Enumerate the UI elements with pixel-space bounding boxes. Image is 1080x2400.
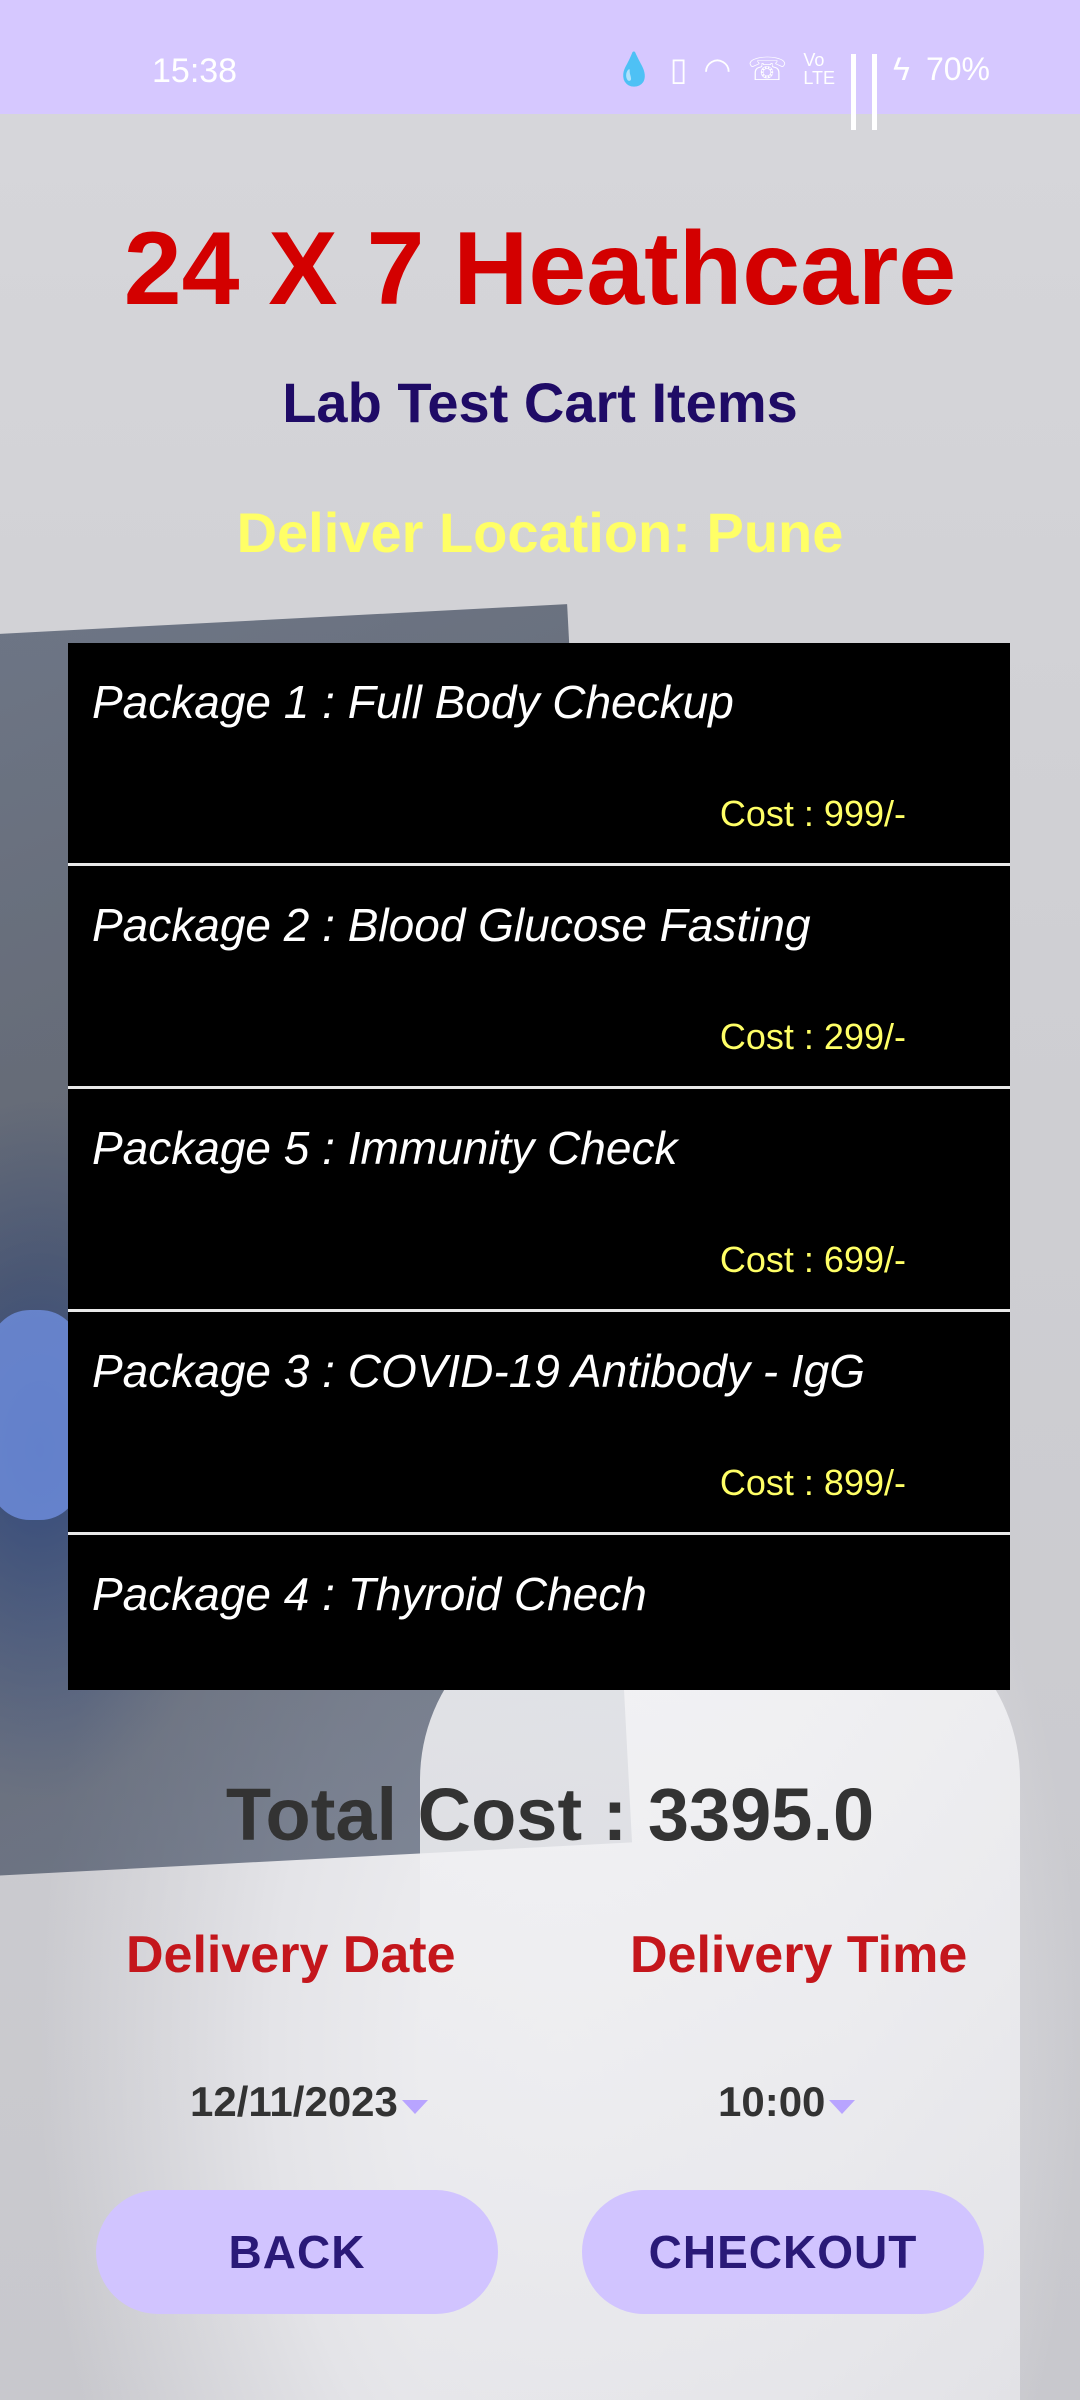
wifi-icon: ◠ xyxy=(703,51,732,87)
cart-item[interactable]: Package 2 : Blood Glucose Fasting Cost :… xyxy=(68,866,1010,1089)
cart-item-cost: Cost : 299/- xyxy=(719,1016,906,1057)
status-icons: 💧 ▯ ◠ ☏ Vo LTE ϟ 70% xyxy=(613,50,990,130)
water-drop-icon: 💧 xyxy=(613,51,654,87)
cart-item-name: Package 5 : Immunity Check xyxy=(92,1122,678,1174)
cart-list[interactable]: Package 1 : Full Body Checkup Cost : 999… xyxy=(68,643,1010,1690)
status-time: 15:38 xyxy=(152,52,238,90)
volte-icon: Vo LTE xyxy=(803,50,836,88)
cart-item[interactable]: Package 5 : Immunity Check Cost : 699/- xyxy=(68,1089,1010,1312)
checkout-button[interactable]: CHECKOUT xyxy=(582,2190,984,2314)
delivery-date-picker[interactable]: 12/11/2023 xyxy=(190,2078,428,2126)
cart-item[interactable]: Package 4 : Thyroid Chech xyxy=(68,1535,1010,1690)
wifi-call-icon: ☏ xyxy=(747,51,788,87)
cart-item-cost: Cost : 999/- xyxy=(719,793,906,834)
cart-item-name: Package 2 : Blood Glucose Fasting xyxy=(92,899,811,951)
cart-item-name: Package 3 : COVID-19 Antibody - IgG xyxy=(92,1345,865,1397)
cart-item-name: Package 1 : Full Body Checkup xyxy=(92,676,734,728)
delivery-time-picker[interactable]: 10:00 xyxy=(718,2078,856,2126)
delivery-time-label: Delivery Time xyxy=(630,1926,968,1984)
back-button[interactable]: BACK xyxy=(96,2190,498,2314)
delivery-location: Deliver Location: Pune xyxy=(236,501,844,564)
vibrate-icon: ▯ xyxy=(669,51,688,87)
delivery-date-value: 12/11/2023 xyxy=(190,2078,398,2125)
lab-test-cart-screen: 15:38 💧 ▯ ◠ ☏ Vo LTE ϟ 70% 24 X 7 Heathca… xyxy=(0,0,1080,2400)
cart-item[interactable]: Package 1 : Full Body Checkup Cost : 999… xyxy=(68,643,1010,866)
app-title: 24 X 7 Heathcare xyxy=(123,211,957,327)
page-subtitle: Lab Test Cart Items xyxy=(282,371,798,434)
dropdown-arrow-icon xyxy=(401,2100,428,2114)
battery-percent: 70% xyxy=(925,50,990,87)
cart-item-cost: Cost : 699/- xyxy=(719,1239,906,1280)
delivery-time-value: 10:00 xyxy=(718,2078,826,2125)
signal-icon xyxy=(872,54,878,130)
status-bar: 15:38 💧 ▯ ◠ ☏ Vo LTE ϟ 70% xyxy=(0,0,1080,130)
charging-icon: ϟ xyxy=(893,50,910,87)
delivery-date-label: Delivery Date xyxy=(126,1926,456,1984)
cart-item-cost: Cost : 899/- xyxy=(719,1462,906,1503)
cart-item-name: Package 4 : Thyroid Chech xyxy=(92,1568,647,1620)
signal-icon xyxy=(851,54,857,130)
total-cost: Total Cost : 3395.0 xyxy=(225,1773,875,1856)
dropdown-arrow-icon xyxy=(829,2100,856,2114)
cart-item[interactable]: Package 3 : COVID-19 Antibody - IgG Cost… xyxy=(68,1312,1010,1535)
